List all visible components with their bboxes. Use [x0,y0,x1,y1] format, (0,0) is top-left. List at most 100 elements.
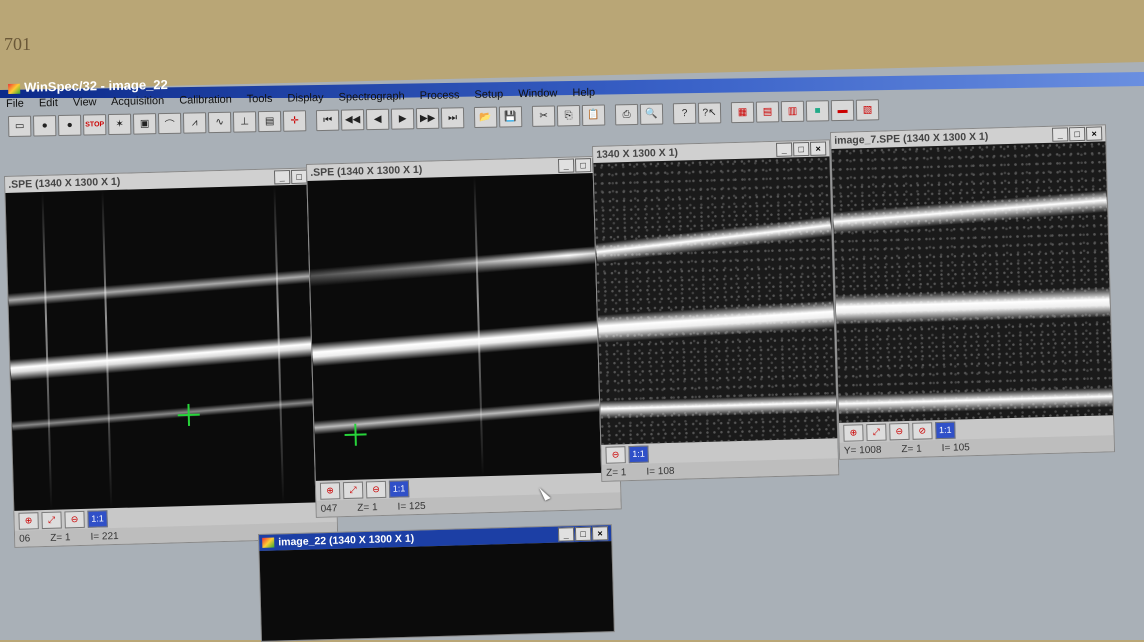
maximize-button[interactable]: □ [574,526,592,542]
status-i: I= 221 [90,530,119,543]
maximize-button[interactable]: □ [792,141,810,157]
menu-help[interactable]: Help [572,87,595,99]
print-preview-icon[interactable]: 🔍 [639,103,664,125]
circle-gray-icon[interactable]: ● [32,115,57,137]
focus-icon[interactable]: ✶ [107,113,132,136]
menu-file[interactable]: File [6,98,24,110]
info-icon[interactable]: ▤ [257,110,282,133]
winspec-icon [8,83,21,94]
menu-view[interactable]: View [73,96,97,108]
menu-tools[interactable]: Tools [247,93,273,105]
image-window-active[interactable]: image_22 (1340 X 1300 X 1) _ □ × [258,524,615,642]
maximize-button[interactable]: □ [1068,126,1086,142]
cursor-axes-icon[interactable]: ⊥ [232,111,257,133]
layout-icon[interactable]: ▧ [855,99,880,121]
open-file-icon[interactable]: 📂 [473,106,498,129]
monitor-bezel-label: 701 [4,34,31,54]
zoom-tool-icon[interactable]: ⤢ [41,511,62,529]
help-icon[interactable]: ? [672,102,697,125]
status-x: 047 [320,502,338,515]
menu-window[interactable]: Window [518,87,557,100]
status-z: Z= 1 [901,443,922,455]
save-icon[interactable]: 💾 [498,106,523,128]
zoom-out-icon[interactable]: ⊖ [889,422,910,440]
minimize-button[interactable]: _ [1051,127,1069,142]
window-title: .SPE (1340 X 1300 X 1) [8,175,121,191]
prev-fast-icon[interactable]: ◀◀ [340,109,365,131]
spectrum-image[interactable] [259,541,614,641]
tile-icon[interactable]: ▦ [730,101,755,124]
palette-icon[interactable]: ■ [805,100,830,122]
cascade-icon[interactable]: ▤ [755,101,780,123]
graph-icon[interactable]: ⌒ [157,112,182,135]
zoom-1-1-button[interactable]: 1:1 [628,445,649,463]
zoom-tool-icon[interactable]: ⤢ [342,481,364,499]
close-button[interactable]: × [1085,126,1103,141]
app-title: WinSpec/32 - image_22 [8,77,168,95]
spectrum-image[interactable] [307,172,620,481]
zoom-1-1-button[interactable]: 1:1 [388,479,410,498]
zoom-out-icon[interactable]: ⊖ [605,445,626,464]
minimize-button[interactable]: _ [775,142,793,157]
print-icon[interactable]: ⎙ [614,103,639,126]
menu-acquisition[interactable]: Acquisition [111,95,164,108]
spectrum-image[interactable] [5,183,337,511]
zoom-in-icon[interactable]: ⊕ [18,511,39,530]
window-icon[interactable]: ▣ [132,113,157,135]
hw-icon[interactable]: ▬ [830,99,855,122]
zoom-reset-icon[interactable]: ⊘ [912,421,933,440]
close-button[interactable]: × [591,526,609,541]
stop-icon[interactable]: STOP [82,114,107,136]
prev-frame-icon[interactable]: ◀ [365,108,390,131]
status-z: Z= 1 [605,466,627,479]
minimize-button[interactable]: _ [557,527,575,542]
zoom-1-1-button[interactable]: 1:1 [935,421,956,439]
zoom-out-icon[interactable]: ⊖ [365,480,387,498]
minimize-button[interactable]: _ [273,170,291,185]
status-z: Z= 1 [50,531,71,544]
copy-icon[interactable]: ⎘ [556,105,581,127]
status-i: I= 108 [646,465,675,478]
menu-process[interactable]: Process [420,89,460,102]
image-window-icon [262,537,275,549]
image-window-2[interactable]: .SPE (1340 X 1300 X 1) _ □ × ⊕ ⤢ ⊖ 1:1 0… [306,155,622,518]
status-x: 06 [18,532,31,545]
app-title-text: WinSpec/32 - image_22 [23,76,168,95]
zoom-tool-icon[interactable]: ⤢ [866,423,887,441]
cut-icon[interactable]: ✂ [531,105,556,127]
spectrum-image[interactable] [831,141,1114,423]
new-image-icon[interactable]: ▭ [8,115,32,137]
color-graph-icon[interactable]: ⩘ [182,112,207,134]
maximize-button[interactable]: □ [290,169,308,184]
context-help-icon[interactable]: ?↖ [697,102,722,124]
image-window-1[interactable]: .SPE (1340 X 1300 X 1) _ □ × ⊕ ⤢ ⊖ 1:1 0… [4,166,339,548]
paste-icon[interactable]: 📋 [581,104,606,126]
menu-display[interactable]: Display [287,92,323,105]
window-title-text: image_22 (1340 X 1300 X 1) [278,532,415,549]
zoom-in-icon[interactable]: ⊕ [319,481,341,500]
menu-setup[interactable]: Setup [474,88,503,101]
window-title: 1340 X 1300 X 1) [596,146,679,161]
zoom-out-icon[interactable]: ⊖ [64,510,85,528]
minimize-button[interactable]: _ [557,158,575,173]
image-window-4[interactable]: image_7.SPE (1340 X 1300 X 1) _ □ × ⊕ ⤢ … [830,124,1116,460]
last-frame-icon[interactable]: ⏭ [440,107,465,129]
menu-spectrograph[interactable]: Spectrograph [338,90,404,103]
crosshair-icon[interactable]: ✛ [282,110,307,132]
first-frame-icon[interactable]: ⏮ [315,109,340,132]
spectrum-image[interactable] [593,156,838,445]
menu-calibration[interactable]: Calibration [179,94,232,107]
zoom-1-1-button[interactable]: 1:1 [87,509,108,528]
circle-dark-icon[interactable]: ● [57,114,82,137]
next-frame-icon[interactable]: ▶ [390,108,415,130]
crosshair-cursor [344,423,367,446]
window-title: .SPE (1340 X 1300 X 1) [310,163,423,179]
next-fast-icon[interactable]: ▶▶ [415,107,440,130]
close-button[interactable]: × [809,141,827,156]
zoom-in-icon[interactable]: ⊕ [843,423,864,442]
grid-icon[interactable]: ▥ [780,100,805,123]
menu-edit[interactable]: Edit [39,97,58,109]
wave-icon[interactable]: ∿ [207,111,232,134]
maximize-button[interactable]: □ [574,158,592,173]
image-window-3[interactable]: 1340 X 1300 X 1) _ □ × ⊖ 1:1 Z= 1 I= 108 [592,139,840,482]
